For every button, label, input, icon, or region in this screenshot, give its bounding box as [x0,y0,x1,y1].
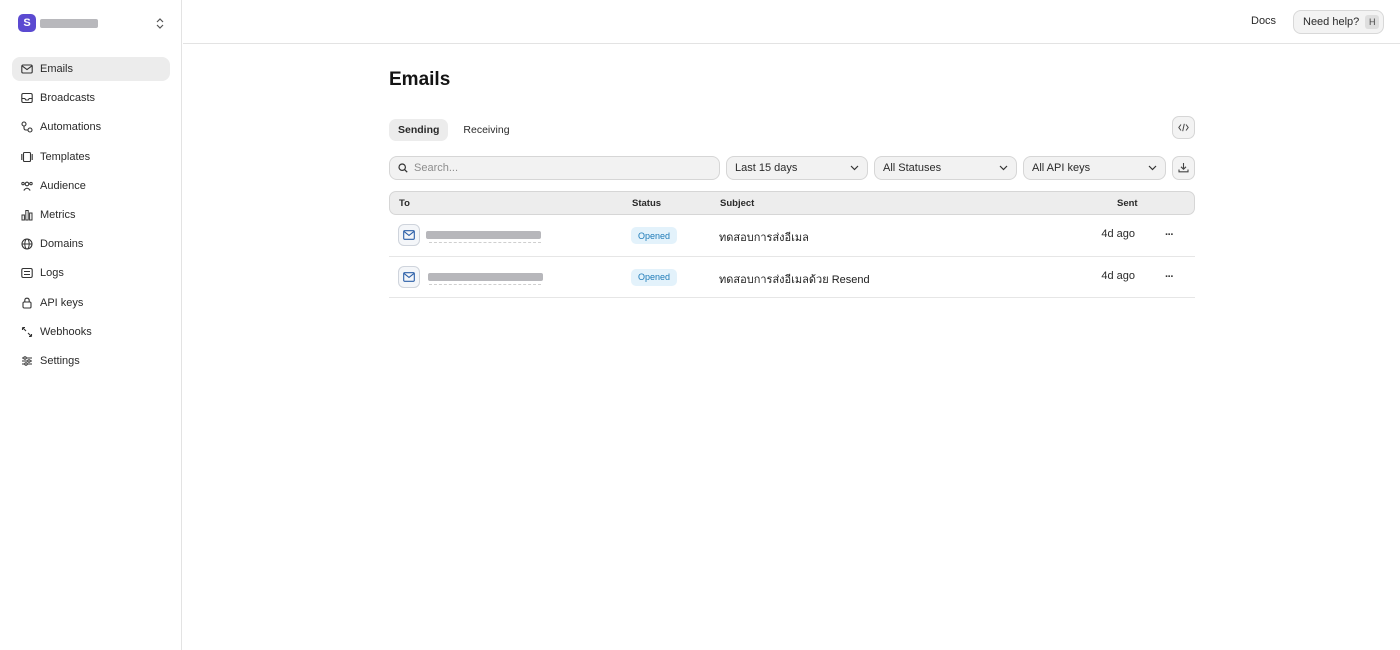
sidebar-item-label: Metrics [40,208,76,221]
sidebar-item-label: Webhooks [40,325,92,338]
list-icon [21,267,33,279]
sidebar-item-label: Settings [40,354,80,367]
table-header: To Status Subject Sent [389,191,1195,215]
column-header-subject[interactable]: Subject [720,198,754,209]
mail-icon [398,224,420,246]
workflow-icon [21,121,33,133]
sidebar-item-emails[interactable]: Emails [12,57,170,81]
date-range-value: Last 15 days [735,162,798,174]
team-name-redacted [40,18,98,28]
need-help-button[interactable]: Need help? H [1293,10,1384,34]
sent-time: 4d ago [1101,269,1135,282]
sidebar-item-label: Logs [40,267,64,280]
status-value: All Statuses [883,162,942,174]
api-keys-value: All API keys [1032,162,1091,174]
tabs: Sending Receiving [389,119,525,141]
sidebar-item-label: Audience [40,179,86,192]
column-header-sent[interactable]: Sent [1117,198,1138,209]
sliders-icon [21,355,33,367]
sidebar-item-label: Automations [40,121,102,134]
export-button[interactable] [1172,156,1195,180]
chevron-down-icon [1148,165,1157,171]
page-title: Emails [389,69,451,90]
sidebar-item-metrics[interactable]: Metrics [12,203,170,227]
chevron-up-down-icon[interactable] [154,15,166,31]
team-avatar: S [18,14,36,32]
chevron-down-icon [999,165,1008,171]
recipient-email-redacted [428,272,543,281]
sidebar-item-audience[interactable]: Audience [12,174,170,198]
sidebar-item-api-keys[interactable]: API keys [12,291,170,315]
email-subject: ทดสอบการส่งอีเมลด้วย Resend [719,273,870,286]
table-row[interactable]: Opened ทดสอบการส่งอีเมล 4d ago ··· [389,215,1195,257]
sidebar-item-webhooks[interactable]: Webhooks [12,320,170,344]
search-icon [398,161,408,176]
need-help-label: Need help? [1303,16,1360,28]
more-actions-icon[interactable]: ··· [1162,227,1176,243]
sidebar-nav: Emails Broadcasts Automations Templates … [12,57,170,378]
users-icon [21,180,33,192]
mail-icon [21,63,33,75]
lock-icon [21,297,33,309]
recipient-email-redacted [426,231,541,239]
status-badge: Opened [631,268,678,286]
template-icon [21,151,33,163]
download-icon [1178,161,1189,176]
sidebar-item-logs[interactable]: Logs [12,261,170,285]
more-actions-icon[interactable]: ··· [1162,269,1176,285]
api-keys-select[interactable]: All API keys [1023,156,1166,180]
topbar: Docs Need help? H [183,0,1400,44]
recipient-underline [429,242,541,243]
sidebar-item-settings[interactable]: Settings [12,349,170,373]
globe-icon [21,238,33,250]
sidebar-item-label: API keys [40,296,84,309]
email-subject: ทดสอบการส่งอีเมล [719,232,809,244]
sidebar-item-domains[interactable]: Domains [12,232,170,256]
sidebar-item-label: Broadcasts [40,92,96,105]
sidebar-item-broadcasts[interactable]: Broadcasts [12,86,170,110]
chevron-down-icon [850,165,859,171]
help-shortcut-key: H [1365,15,1380,29]
tab-sending[interactable]: Sending [389,119,449,141]
code-icon [1178,120,1189,135]
date-range-select[interactable]: Last 15 days [726,156,868,180]
webhook-icon [21,326,33,338]
sidebar-item-label: Emails [40,63,74,75]
code-view-button[interactable] [1172,116,1195,139]
inbox-icon [21,92,33,104]
recipient-underline [429,283,541,285]
tab-receiving[interactable]: Receiving [454,119,518,141]
emails-table: To Status Subject Sent Opened ทดสอบการส่… [389,191,1195,298]
team-switcher[interactable]: S [18,13,166,33]
search-input[interactable] [414,162,694,174]
column-header-to[interactable]: To [399,198,410,209]
table-row[interactable]: Opened ทดสอบการส่งอีเมลด้วย Resend 4d ag… [389,257,1195,298]
column-header-status[interactable]: Status [632,198,661,209]
status-badge: Opened [631,227,678,244]
sidebar: S Emails Broadcasts Automations Template… [0,0,182,650]
status-select[interactable]: All Statuses [874,156,1017,180]
sidebar-item-templates[interactable]: Templates [12,145,170,169]
filter-bar: Last 15 days All Statuses All API keys [389,156,1195,180]
docs-link[interactable]: Docs [1251,15,1276,27]
sidebar-item-automations[interactable]: Automations [12,115,170,139]
bar-chart-icon [21,209,33,221]
mail-icon [398,265,420,288]
sidebar-item-label: Templates [40,150,91,163]
search-box[interactable] [389,156,720,180]
sidebar-item-label: Domains [40,238,84,251]
sent-time: 4d ago [1101,228,1135,240]
